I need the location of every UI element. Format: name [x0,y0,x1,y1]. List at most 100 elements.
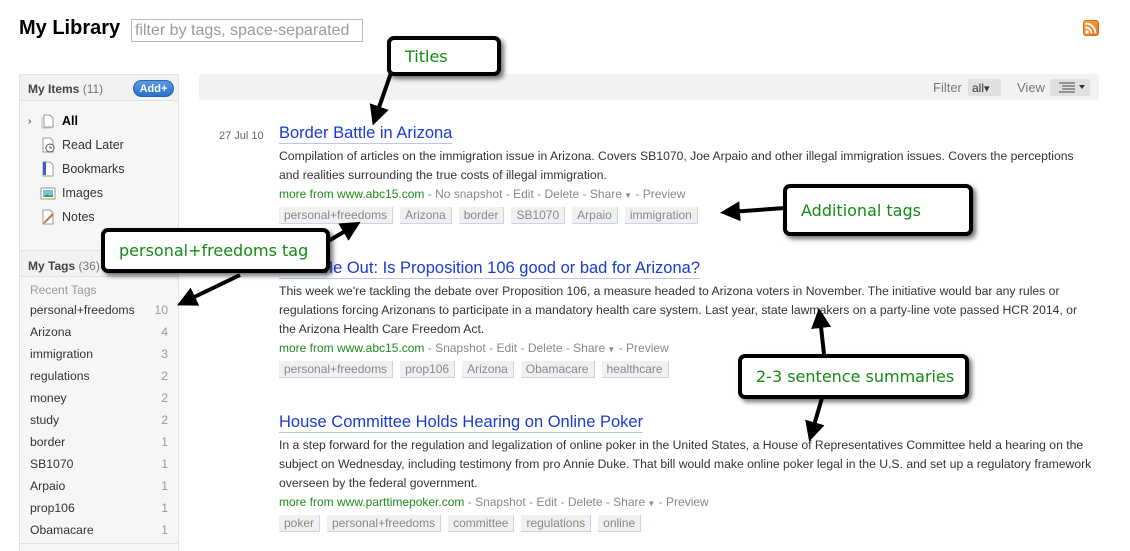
my-tags-label: My Tags [28,259,76,273]
preview-link[interactable]: Preview [626,341,669,355]
callout-pf-tag: personal+freedoms tag [101,228,330,273]
entry-title-link[interactable]: Border Battle in Arizona [279,124,453,144]
sidebar-item-label: Bookmarks [62,162,125,176]
tag-list: Recent Tags personal+freedoms 10 Arizona 4 i… [20,277,178,541]
edit-link[interactable]: Edit [536,495,557,509]
delete-link[interactable]: Delete [544,187,579,201]
entry-tag[interactable]: SB1070 [511,207,566,224]
source-link[interactable]: more from www.abc15.com [279,341,424,355]
entry-tag[interactable]: poker [279,515,321,532]
entry-tag[interactable]: Arizona [462,361,514,378]
add-item-button[interactable]: Add+ [133,80,174,97]
sidebar-divider [20,543,178,544]
view-dropdown[interactable] [1050,79,1090,96]
source-link[interactable]: more from www.parttimepoker.com [279,495,464,509]
snapshot-link[interactable]: No snapshot [435,187,502,201]
sidebar-tag-item[interactable]: Obamacare 1 [30,519,168,541]
tag-name: SB1070 [30,457,74,471]
delete-link[interactable]: Delete [528,341,563,355]
entry-tag[interactable]: Obamacare [520,361,595,378]
sidebar-tag-item[interactable]: SB1070 1 [30,453,168,475]
entry-tag[interactable]: border [458,207,505,224]
entry-tag[interactable]: Arizona [400,207,452,224]
entry-tag[interactable]: Arpaio [572,207,618,224]
sidebar-item-read-later[interactable]: Read Later [20,133,178,157]
preview-link[interactable]: Preview [666,495,709,509]
filter-value: all [972,81,985,95]
entry-tag[interactable]: healthcare [601,361,669,378]
sidebar-item-label: Read Later [62,138,124,152]
tag-filter-input[interactable] [131,19,363,42]
filter-label: Filter [933,80,962,95]
sidebar-item-bookmarks[interactable]: Bookmarks [20,157,178,181]
tag-count: 10 [154,303,168,317]
sidebar-tag-item[interactable]: personal+freedoms 10 [30,299,168,321]
entry-date: 27 Jul 10 [219,130,264,142]
sidebar-tag-item[interactable]: Arpaio 1 [30,475,168,497]
entry-summary: This week we're tackling the debate over… [279,284,1078,336]
my-items-label: My Items [28,82,80,96]
sidebar-tag-item[interactable]: prop106 1 [30,497,168,519]
note-pencil-icon [40,209,56,225]
share-label: Share [613,495,646,509]
my-items-count: (11) [82,82,104,96]
source-link[interactable]: more from www.abc15.com [279,187,424,201]
entry-title-link[interactable]: Hear Me Out: Is Proposition 106 good or … [279,259,700,279]
image-icon [40,185,56,201]
my-items-header: My Items (11) Add+ [20,75,178,101]
entry-tag[interactable]: prop106 [400,361,456,378]
all-items-icon [40,113,56,129]
sidebar-tag-item[interactable]: Arizona 4 [30,321,168,343]
share-link[interactable]: Share ▼ [613,495,655,509]
sidebar-item-label: All [62,114,78,128]
share-link[interactable]: Share ▼ [590,187,632,201]
share-label: Share [589,187,622,201]
edit-link[interactable]: Edit [513,187,534,201]
chevron-down-icon: ▼ [621,191,633,200]
tag-count: 2 [161,391,168,405]
view-label: View [1017,80,1045,95]
delete-link[interactable]: Delete [568,495,603,509]
entry-tag[interactable]: online [598,515,642,532]
sidebar-item-images[interactable]: Images [20,181,178,205]
sidebar-tag-item[interactable]: regulations 2 [30,365,168,387]
sidebar-item-notes[interactable]: Notes [20,205,178,229]
chevron-down-icon: ▾ [984,83,990,95]
filter-dropdown[interactable]: all▾ [968,79,1001,96]
sidebar-tag-item[interactable]: border 1 [30,431,168,453]
preview-link[interactable]: Preview [643,187,686,201]
entry-title-link[interactable]: House Committee Holds Hearing on Online … [279,413,644,433]
tag-count: 2 [161,369,168,383]
snapshot-link[interactable]: Snapshot [475,495,526,509]
entry-tag-list: personal+freedoms Arizona border SB1070 Arpa… [279,207,698,224]
entry-tag-list: personal+freedoms prop106 Arizona Obamacare… [279,361,669,378]
tag-name: personal+freedoms [30,303,135,317]
rss-feed-icon[interactable] [1083,20,1099,36]
tag-name: study [30,413,60,427]
snapshot-link[interactable]: Snapshot [435,341,486,355]
sidebar-tag-item[interactable]: study 2 [30,409,168,431]
sidebar-item-all[interactable]: › All [20,109,178,133]
entry-tag[interactable]: committee [448,515,515,532]
entry-tag[interactable]: regulations [521,515,592,532]
callout-summaries: 2-3 sentence summaries [738,354,969,399]
arrow-to-additional-tags [720,201,786,222]
tag-count: 2 [161,413,168,427]
edit-link[interactable]: Edit [496,341,517,355]
entry-tag[interactable]: personal+freedoms [279,361,394,378]
recent-tags-label: Recent Tags [30,283,97,297]
tag-name: border [30,435,66,449]
entry-tag[interactable]: personal+freedoms [279,207,394,224]
tag-name: regulations [30,369,90,383]
entry-tag[interactable]: immigration [624,207,698,224]
sidebar-tag-item[interactable]: money 2 [30,387,168,409]
entry-tag[interactable]: personal+freedoms [327,515,442,532]
page-title: My Library [19,17,121,39]
sidebar-tag-item[interactable]: immigration 3 [30,343,168,365]
entry-summary: Compilation of articles on the immigrati… [279,149,1074,182]
share-link[interactable]: Share ▼ [573,341,615,355]
tag-count: 1 [161,479,168,493]
sidebar-item-label: Notes [62,210,95,224]
entry-actions: more from www.parttimepoker.com - Snapsh… [279,495,709,509]
tag-count: 4 [161,325,168,339]
